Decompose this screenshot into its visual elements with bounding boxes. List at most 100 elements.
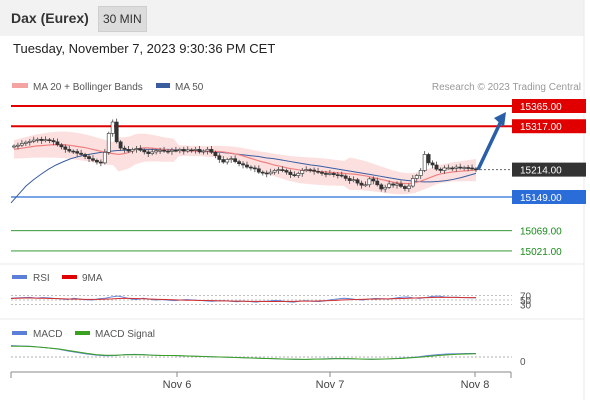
level-labels: 15365.00 15317.00 15214.00 15149.00 15069.00… <box>512 99 586 258</box>
candle-body <box>138 148 143 151</box>
candle-body <box>237 161 241 165</box>
candle-body <box>470 167 474 170</box>
candle-body <box>260 171 265 174</box>
candle-body <box>217 155 222 160</box>
candle-body <box>466 167 471 169</box>
candle-body <box>87 156 91 159</box>
ma20-legend-swatch <box>12 83 28 88</box>
candle-body <box>102 152 107 164</box>
candle-body <box>209 149 214 153</box>
candle-body <box>406 185 411 189</box>
candle-body <box>166 150 170 153</box>
ma9-legend-swatch <box>62 275 77 279</box>
candle-body <box>324 173 328 175</box>
candle-body <box>27 141 32 143</box>
rsi-ma9-line <box>10 296 476 303</box>
candle-body <box>284 170 289 173</box>
level-label-4: 15069.00 <box>520 227 562 238</box>
candle-body <box>55 141 60 146</box>
macd-legend-label: MACD <box>33 329 62 340</box>
candle-body <box>47 139 52 142</box>
candle-body <box>462 167 467 169</box>
candle-body <box>327 173 332 175</box>
signal-legend-label: MACD Signal <box>95 329 155 340</box>
candle-body <box>442 167 447 171</box>
candle-body <box>434 164 439 170</box>
candle-body <box>150 151 155 154</box>
candle-body <box>67 149 72 152</box>
candle-body <box>19 143 24 146</box>
candle-body <box>39 138 44 141</box>
candle-body <box>35 138 40 141</box>
candle-body <box>229 158 234 160</box>
candle-body <box>43 139 48 142</box>
candle-body <box>245 164 249 168</box>
candle-body <box>106 133 111 153</box>
candle-body <box>426 154 431 164</box>
rsi-legend-label: RSI <box>33 273 50 284</box>
candle-body <box>458 166 463 169</box>
rsi-panel: 705030 <box>10 292 532 311</box>
level-label-2: 15214.00 <box>520 166 562 177</box>
candle-body <box>335 174 340 176</box>
bollinger-bands <box>14 131 476 195</box>
candle-body <box>395 183 399 186</box>
candle-body <box>359 182 364 186</box>
candle-body <box>162 149 166 152</box>
candle-body <box>51 140 56 143</box>
x-axis-ticks: Nov 6 Nov 7 Nov 8 <box>163 372 490 391</box>
x-tick-label-1: Nov 7 <box>316 379 345 391</box>
bollinger-band-fill <box>14 131 476 195</box>
candle-body <box>331 173 336 175</box>
candle-body <box>126 149 131 152</box>
candle-body <box>249 166 253 169</box>
x-tick-label-0: Nov 6 <box>163 379 192 391</box>
candle-body <box>316 171 320 173</box>
candle-body <box>142 149 147 153</box>
candle-body <box>304 169 309 171</box>
candle-body <box>272 170 277 173</box>
candle-body <box>367 178 372 186</box>
forecast-arrow <box>476 112 506 171</box>
candle-body <box>134 148 139 150</box>
candle-body <box>71 150 76 153</box>
candle-body <box>288 171 293 175</box>
macd-legend-swatch <box>12 331 27 335</box>
candle-body <box>347 178 352 181</box>
candle-body <box>83 154 87 157</box>
candle-body <box>438 168 443 171</box>
candle-body <box>12 145 16 148</box>
signal-legend-swatch <box>75 331 90 335</box>
candle-body <box>422 154 427 171</box>
rsi-tick-30: 30 <box>520 300 532 311</box>
level-label-5: 15021.00 <box>520 247 562 258</box>
candle-body <box>308 169 313 171</box>
ma50-legend-label: MA 50 <box>175 82 204 93</box>
candle-body <box>59 144 64 148</box>
candle-body <box>355 179 360 184</box>
candle-body <box>177 149 182 151</box>
candle-body <box>387 183 392 188</box>
macd-tick-0: 0 <box>520 357 526 368</box>
macd-panel: 0 <box>10 345 526 368</box>
candle-body <box>193 149 198 151</box>
candle-body <box>296 173 301 176</box>
ma20-legend-label: MA 20 + Bollinger Bands <box>33 82 143 93</box>
level-label-1: 15317.00 <box>520 122 562 133</box>
candle-body <box>320 171 324 174</box>
ma50-legend-swatch <box>156 83 170 88</box>
level-label-0: 15365.00 <box>520 102 562 113</box>
candle-body <box>383 187 388 190</box>
candle-body <box>91 158 95 161</box>
candle-body <box>339 174 344 177</box>
candle-body <box>23 141 28 144</box>
candle-body <box>201 150 206 153</box>
candle-body <box>118 141 123 149</box>
candle-body <box>205 149 210 152</box>
candle-body <box>312 169 317 172</box>
x-tick-label-2: Nov 8 <box>461 379 490 391</box>
candle-body <box>185 149 190 152</box>
candle-body <box>98 161 103 164</box>
candle-body <box>268 171 273 175</box>
candle-body <box>114 121 119 143</box>
